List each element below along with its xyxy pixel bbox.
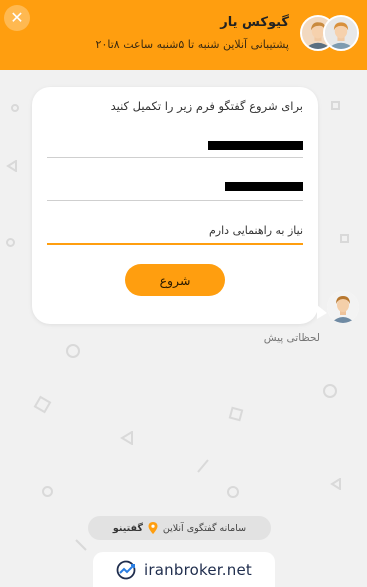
powered-by-badge[interactable]: سامانه گفتگوی آنلاین گفتینو [88,516,271,540]
decoration-circle [227,486,239,498]
person-icon [327,291,359,323]
decoration-square [331,101,340,110]
close-icon[interactable]: ✕ [10,8,23,27]
watermark: iranbroker.net [93,552,275,587]
decoration-square [33,395,52,414]
message-timestamp: لحظاتی پیش [263,332,320,344]
close-button[interactable]: ✕ [4,5,30,31]
chart-trend-icon [116,560,138,580]
decoration-triangle [330,478,341,490]
start-chat-button[interactable]: شروع [125,264,225,296]
location-pin-icon [147,521,159,535]
header-subtitle: پشتیبانی آنلاین شنبه تا ۵شنبه ساعت ۸تا۲۰ [95,38,289,51]
decoration-line [75,539,87,551]
watermark-text: iranbroker.net [144,560,252,579]
decoration-circle [66,344,80,358]
decoration-triangle [6,160,17,172]
form-intro-text: برای شروع گفتگو فرم زیر را تکمیل کنید [110,99,303,113]
agent-avatar [327,291,359,323]
decoration-circle [11,104,19,112]
person-icon [325,17,357,49]
support-agent-avatar [323,15,359,51]
chat-header: ✕ گیوکس یار پشتیبانی آنلاین شنبه تا ۵شنب… [0,0,367,70]
redacted-name-value [208,141,303,150]
decoration-line [197,459,209,473]
decoration-circle [323,384,337,398]
redacted-phone-value [225,182,303,191]
decoration-circle [42,486,53,497]
powered-by-text: سامانه گفتگوی آنلاین [162,522,247,534]
decoration-square [228,406,244,422]
chat-start-form: برای شروع گفتگو فرم زیر را تکمیل کنید شر… [32,87,327,324]
decoration-square [340,234,349,243]
decoration-circle [6,238,15,247]
decoration-triangle [120,431,133,445]
header-title: گیوکس یار [220,15,289,30]
message-input[interactable] [47,217,303,245]
brand-name: گفتینو [112,522,143,534]
